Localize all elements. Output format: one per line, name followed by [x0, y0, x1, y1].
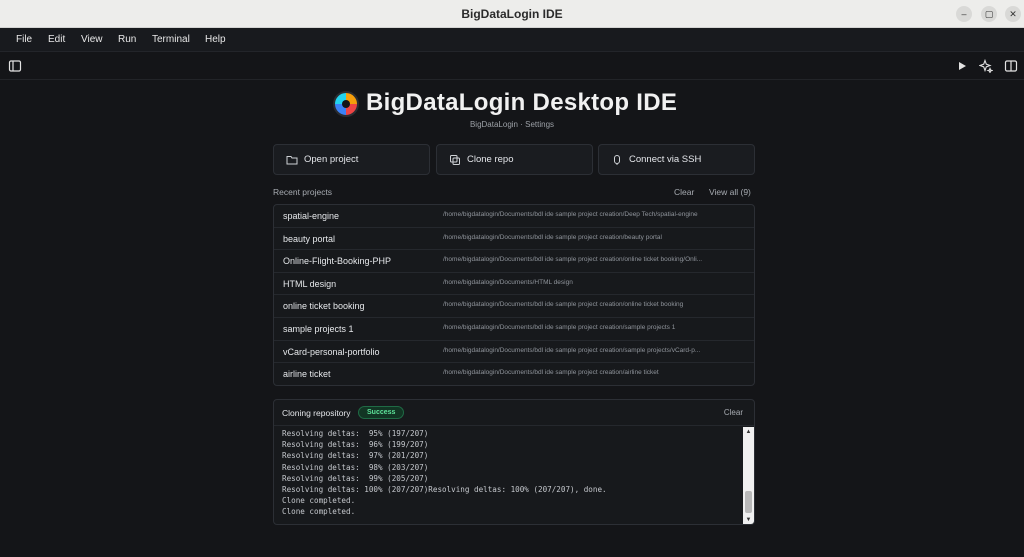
log-line: Resolving deltas: 98% (203/207) [282, 462, 429, 472]
copy-icon [449, 154, 461, 166]
project-name: sample projects 1 [283, 324, 354, 334]
project-name: vCard-personal-portfolio [283, 346, 380, 357]
list-item[interactable]: beauty portal /home/bigdatalogin/Documen… [274, 228, 754, 251]
scroll-up-icon[interactable]: ▲ [743, 427, 754, 437]
scroll-down-icon[interactable]: ▼ [743, 515, 754, 524]
view-all-button[interactable]: View all (9) [709, 187, 751, 197]
menu-run[interactable]: Run [118, 34, 136, 45]
project-path: /home/bigdatalogin/Documents/HTML design [443, 278, 573, 286]
minimize-button[interactable]: – [956, 6, 972, 22]
project-path: /home/bigdatalogin/Documents/bdl ide sam… [443, 324, 676, 331]
project-path: /home/bigdatalogin/Documents/bdl ide sam… [443, 256, 703, 264]
menu-terminal[interactable]: Terminal [152, 34, 190, 45]
log-line: Clone completed. [282, 507, 356, 517]
clone-title: Cloning repository [282, 408, 351, 418]
clone-clear-button[interactable]: Clear [724, 408, 743, 417]
log-scrollbar[interactable]: ▲ ▼ [743, 427, 754, 524]
menu-view[interactable]: View [81, 34, 103, 45]
connect-ssh-label: Connect via SSH [629, 154, 702, 165]
connect-ssh-button[interactable]: Connect via SSH [598, 144, 755, 175]
ssh-icon [611, 154, 623, 166]
project-name: beauty portal [283, 233, 336, 244]
clone-repo-button[interactable]: Clone repo [436, 144, 593, 175]
clone-panel: Cloning repository Success Clear Resolvi… [273, 399, 755, 525]
page-subtitle: BigDataLogin · Settings [469, 120, 555, 129]
clone-log: Resolving deltas: 95% (197/207) Resolvin… [274, 427, 742, 524]
menu-help[interactable]: Help [205, 34, 226, 45]
scroll-thumb[interactable] [745, 491, 752, 513]
status-badge: Success [358, 406, 405, 419]
recent-projects-label: Recent projects [273, 187, 333, 197]
project-name: HTML design [283, 278, 337, 289]
project-name: airline ticket [283, 369, 331, 380]
project-path: /home/bigdatalogin/Documents/bdl ide sam… [443, 369, 659, 377]
app-logo [333, 91, 359, 117]
menu-file[interactable]: File [16, 34, 32, 45]
list-item[interactable]: sample projects 1 /home/bigdatalogin/Doc… [274, 318, 754, 341]
project-path: /home/bigdatalogin/Documents/bdl ide sam… [443, 233, 662, 241]
recent-clear-button[interactable]: Clear [674, 187, 694, 197]
project-path: /home/bigdatalogin/Documents/bdl ide sam… [443, 346, 701, 354]
project-name: Online-Flight-Booking-PHP [283, 256, 392, 267]
project-name: online ticket booking [283, 301, 365, 312]
log-line: Clone completed. [282, 496, 356, 506]
open-project-button[interactable]: Open project [273, 144, 430, 175]
close-button[interactable]: ✕ [1005, 6, 1021, 22]
folder-icon [286, 154, 298, 166]
maximize-button[interactable]: ▢ [981, 6, 997, 22]
window-title: BigDataLogin IDE [461, 7, 563, 21]
page-title: BigDataLogin Desktop IDE [366, 89, 678, 116]
sparkle-icon[interactable] [979, 59, 993, 73]
list-item[interactable]: HTML design /home/bigdatalogin/Documents… [274, 273, 754, 296]
clone-repo-label: Clone repo [467, 154, 514, 165]
project-path: /home/bigdatalogin/Documents/bdl ide sam… [443, 211, 698, 218]
open-project-label: Open project [304, 154, 359, 165]
log-line: Resolving deltas: 100% (207/207)Resolvin… [282, 485, 607, 495]
split-view-icon[interactable] [1004, 59, 1018, 73]
menu-bar: File Edit View Run Terminal Help [0, 28, 1024, 52]
log-line: Resolving deltas: 96% (199/207) [282, 440, 429, 450]
recent-projects-list: spatial-engine /home/bigdatalogin/Docume… [273, 204, 755, 386]
window-title-bar: BigDataLogin IDE – ▢ ✕ [0, 0, 1024, 28]
list-item[interactable]: vCard-personal-portfolio /home/bigdatalo… [274, 341, 754, 364]
log-line: Resolving deltas: 97% (201/207) [282, 451, 429, 461]
list-item[interactable]: spatial-engine /home/bigdatalogin/Docume… [274, 205, 754, 228]
menu-edit[interactable]: Edit [48, 34, 65, 45]
project-path: /home/bigdatalogin/Documents/bdl ide sam… [443, 301, 684, 309]
log-line: Resolving deltas: 95% (197/207) [282, 429, 429, 438]
toolbar [0, 52, 1024, 80]
clone-panel-header: Cloning repository Success Clear [274, 400, 754, 426]
play-icon[interactable] [955, 59, 969, 73]
list-item[interactable]: Online-Flight-Booking-PHP /home/bigdatal… [274, 250, 754, 273]
list-item[interactable]: airline ticket /home/bigdatalogin/Docume… [274, 363, 754, 385]
project-name: spatial-engine [283, 211, 340, 221]
log-line: Resolving deltas: 99% (205/207) [282, 473, 429, 483]
list-item[interactable]: online ticket booking /home/bigdatalogin… [274, 295, 754, 318]
sidebar-toggle-icon[interactable] [8, 59, 22, 73]
